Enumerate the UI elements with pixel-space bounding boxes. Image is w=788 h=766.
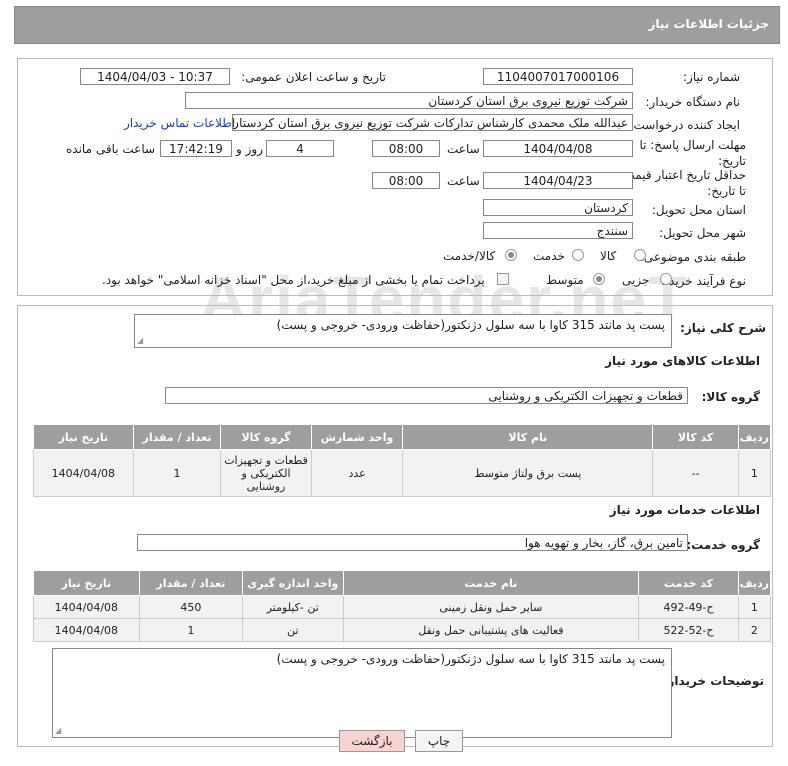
buyer-notes-label: توضیحات خریدار: <box>662 674 764 688</box>
goods-table-cell: -- <box>652 449 739 497</box>
services-column-header: نام خدمت <box>342 570 640 596</box>
services-table-cell: 2 <box>737 618 772 642</box>
resize-grip-icon[interactable]: ◢ <box>55 726 61 735</box>
city-field: سنندج <box>483 222 633 239</box>
buyer-notes-text: پست پد مانتد 315 کاوا با سه سلول دژنکتور… <box>276 652 665 666</box>
deadline-date-field: 1404/04/08 <box>483 140 633 157</box>
services-table-cell: 450 <box>138 595 244 619</box>
category-radio-goods-service[interactable] <box>505 249 517 261</box>
process-option-medium: متوسط <box>546 273 584 287</box>
services-column-header: تاریخ نیاز <box>33 570 140 596</box>
services-table-cell: تن <box>242 618 344 642</box>
creator-label: ایجاد کننده درخواست: <box>629 118 740 132</box>
need-number-label: شماره نیاز: <box>683 70 740 84</box>
deadline-label: مهلت ارسال پاسخ: تا تاریخ: <box>639 138 746 168</box>
back-button[interactable]: بازگشت <box>339 730 405 752</box>
buyer-field: شرکت توزیع نیروی برق استان کردستان <box>185 92 633 109</box>
goods-column-header: گروه کالا <box>220 424 312 450</box>
deadline-time-label: ساعت <box>447 142 480 156</box>
category-option-goods-service: کالا/خدمت <box>443 249 496 263</box>
announce-label: تاریخ و ساعت اعلان عمومی: <box>241 70 386 84</box>
province-label: استان محل تحویل: <box>651 203 746 217</box>
process-label: نوع فرآیند خرید : <box>661 274 746 288</box>
goods-table-cell: پست برق ولتاژ متوسط <box>402 449 654 497</box>
remaining-time-field: 17:42:19 <box>160 140 232 157</box>
panel-header: جزئیات اطلاعات نیاز <box>14 6 780 44</box>
services-column-header: واحد اندازه گیری <box>242 570 344 596</box>
services-table: ردیف کد خدمت نام خدمت واحد اندازه گیری تعداد… <box>33 570 772 642</box>
goods-section-title: اطلاعات کالاهای مورد نیاز <box>605 354 760 368</box>
remaining-time-label: ساعت باقی مانده <box>66 142 156 156</box>
days-label: روز و <box>236 142 263 156</box>
services-table-header: ردیف کد خدمت نام خدمت واحد اندازه گیری تعداد… <box>33 570 772 596</box>
goods-table: ردیف کد کالا نام کالا واحد شمارش گروه کالا تع… <box>33 424 772 497</box>
creator-field: عبدالله ملک محمدی کارشناس تدارکات شرکت ت… <box>232 114 633 131</box>
description-field: پست پد مانتد 315 کاوا با سه سلول دژنکتور… <box>134 314 672 348</box>
services-column-header: کد خدمت <box>638 570 739 596</box>
description-label: شرح کلی نیاز: <box>680 321 766 335</box>
goods-table-cell: 1 <box>737 449 772 497</box>
services-table-cell: فعالیت های پشتیبانی حمل ونقل <box>342 618 640 642</box>
services-table-cell: 1404/04/08 <box>33 595 140 619</box>
province-field: کردستان <box>483 199 633 216</box>
category-radio-service[interactable] <box>572 249 584 261</box>
print-button[interactable]: چاپ <box>415 730 463 752</box>
services-table-row: 1 ح-49-492 سایر حمل ونقل زمینی تن -کیلومتر 4… <box>33 595 772 619</box>
category-label: طبقه بندی موضوعی: <box>639 250 746 264</box>
services-table-cell: تن -کیلومتر <box>242 595 344 619</box>
payment-note: پرداخت تمام یا بخشی از مبلغ خرید،از محل … <box>102 273 485 287</box>
category-option-goods: کالا <box>600 249 617 263</box>
services-table-cell: 1404/04/08 <box>33 618 140 642</box>
goods-table-cell: 1 <box>132 449 222 497</box>
services-table-cell: 1 <box>737 595 772 619</box>
resize-grip-icon[interactable]: ◢ <box>137 336 143 345</box>
services-table-cell: 1 <box>138 618 244 642</box>
services-table-cell: ح-49-492 <box>638 595 739 619</box>
goods-column-header: تاریخ نیاز <box>33 424 134 450</box>
need-number-field: 1104007017000106 <box>483 68 633 85</box>
validity-time-label: ساعت <box>447 174 480 188</box>
buyer-notes-field: پست پد مانتد 315 کاوا با سه سلول دژنکتور… <box>52 648 672 738</box>
validity-label: حداقل تاریخ اعتبار قیمت: تا تاریخ: <box>619 168 746 198</box>
category-radio-goods[interactable] <box>634 249 646 261</box>
goods-column-header: ردیف <box>737 424 772 450</box>
category-option-service: خدمت <box>533 249 565 263</box>
city-label: شهر محل تحویل: <box>659 226 746 240</box>
process-radio-medium[interactable] <box>593 273 605 285</box>
description-text: پست پد مانتد 315 کاوا با سه سلول دژنکتور… <box>276 318 665 332</box>
services-column-header: تعداد / مقدار <box>138 570 244 596</box>
services-table-cell: ح-52-522 <box>638 618 739 642</box>
validity-time-field: 08:00 <box>372 172 440 189</box>
deadline-time-field: 08:00 <box>372 140 440 157</box>
goods-table-cell: قطعات و تجهیزات الکتریکی و روشنایی <box>220 449 312 497</box>
services-section-title: اطلاعات خدمات مورد نیاز <box>609 503 760 517</box>
treasury-checkbox[interactable] <box>497 273 509 285</box>
goods-table-cell: 1404/04/08 <box>33 449 134 497</box>
goods-table-row: 1 -- پست برق ولتاژ متوسط عدد قطعات و تجهیزات… <box>33 449 772 497</box>
services-table-cell: سایر حمل ونقل زمینی <box>342 595 640 619</box>
goods-table-cell: عدد <box>310 449 404 497</box>
goods-table-header: ردیف کد کالا نام کالا واحد شمارش گروه کالا تع… <box>33 424 772 450</box>
goods-column-header: نام کالا <box>402 424 654 450</box>
process-option-minor: جزیی <box>622 273 650 287</box>
goods-column-header: کد کالا <box>652 424 739 450</box>
goods-group-label: گروه کالا: <box>701 390 760 404</box>
panel-title: جزئیات اطلاعات نیاز <box>648 17 769 31</box>
buyer-label: نام دستگاه خریدار: <box>645 95 741 109</box>
services-column-header: ردیف <box>737 570 772 596</box>
goods-column-header: واحد شمارش <box>310 424 404 450</box>
services-group-field: تامین برق، گاز، بخار و تهویه هوا <box>137 534 688 551</box>
announce-datetime-field: 1404/04/03 - 10:37 <box>80 68 230 85</box>
days-remaining-field: 4 <box>266 140 334 157</box>
services-table-row: 2 ح-52-522 فعالیت های پشتیبانی حمل ونقل تن 1… <box>33 618 772 642</box>
goods-column-header: تعداد / مقدار <box>132 424 222 450</box>
services-group-label: گروه خدمت: <box>686 538 760 552</box>
buyer-contact-link[interactable]: اطلاعات تماس خریدار <box>124 116 235 130</box>
goods-group-field: قطعات و تجهیزات الکتریکی و روشنایی <box>165 387 688 404</box>
validity-date-field: 1404/04/23 <box>483 172 633 189</box>
process-radio-minor[interactable] <box>660 273 672 285</box>
